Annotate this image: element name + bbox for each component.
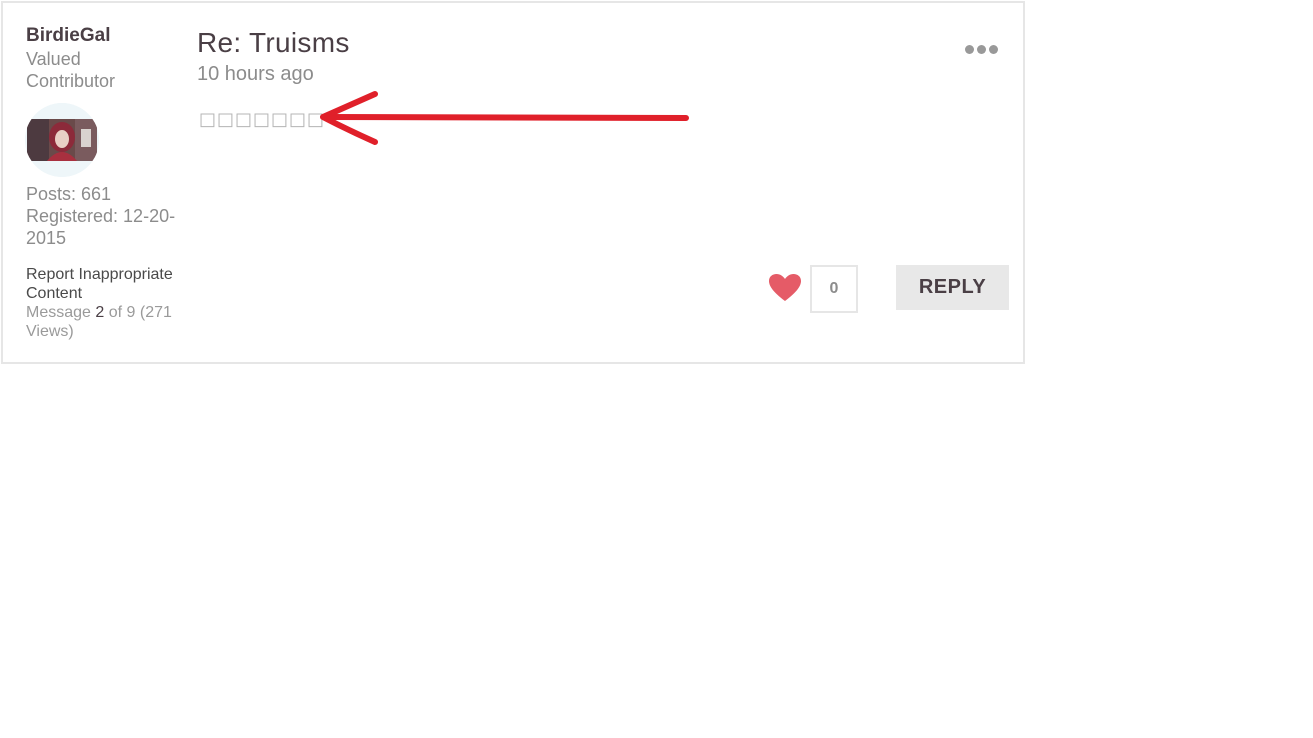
post-title[interactable]: Re: Truisms [197, 27, 350, 59]
more-options-icon[interactable] [963, 39, 1001, 59]
post-card: BirdieGal Valued Contributor Posts: 661 … [1, 1, 1025, 364]
red-arrow-annotation [320, 91, 689, 145]
author-rank: Valued Contributor [26, 49, 116, 91]
avatar[interactable] [25, 103, 99, 177]
kudos-count: 0 [810, 265, 858, 313]
author-stats: Posts: 661 Registered: 12-20-2015 [26, 183, 176, 249]
post-time: 10 hours ago [197, 63, 314, 85]
heart-icon[interactable] [768, 273, 802, 303]
message-count: Message 2 of 9 (271 Views) [26, 303, 186, 341]
report-inappropriate-link[interactable]: Report Inappropriate Content [26, 265, 186, 303]
message-prefix: Message [26, 304, 91, 321]
author-name[interactable]: BirdieGal [26, 25, 110, 47]
message-number: 2 [95, 304, 105, 321]
author-posts: Posts: 661 [26, 184, 112, 204]
reply-button[interactable]: REPLY [896, 265, 1009, 310]
author-registered: Registered: 12-20-2015 [26, 206, 176, 248]
